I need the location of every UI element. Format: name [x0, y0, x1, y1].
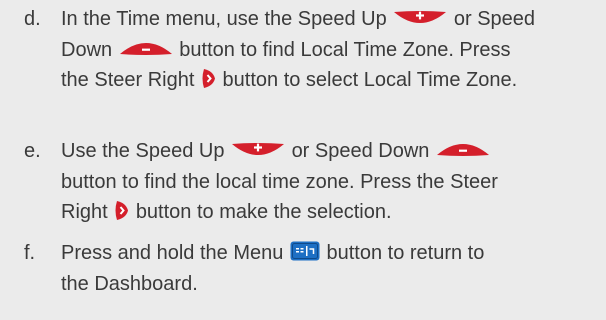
text-segment: Use the Speed Up [61, 140, 230, 162]
step-text: In the Time menu, use the Speed Up or Sp… [61, 4, 606, 96]
step-line: In the Time menu, use the Speed Up or Sp… [61, 4, 606, 35]
speed-down-button-icon [119, 42, 173, 55]
text-segment: button to select Local Time Zone. [222, 69, 518, 91]
step-letter: f. [24, 242, 36, 264]
text-segment: button to make the selection. [135, 201, 392, 223]
instruction-document: d. In the Time menu, use the Speed Up or… [0, 0, 606, 320]
step-text: Use the Speed Up or Speed Down button to… [61, 136, 606, 228]
step-letter: e. [24, 140, 41, 162]
steer-right-button-icon [114, 200, 129, 221]
steer-right-button-icon [201, 68, 216, 89]
step-line: the Steer Right button to select Local T… [61, 65, 606, 96]
speed-up-button-icon [231, 143, 285, 156]
text-segment: the Steer Right [61, 69, 200, 91]
text-segment: or Speed Down [291, 140, 435, 162]
text-segment: button to find the local time zone. Pres… [61, 170, 498, 193]
text-segment: Down [61, 38, 118, 61]
step-line: Use the Speed Up or Speed Down [61, 136, 606, 167]
text-segment: Right [61, 201, 114, 223]
text-segment: Press and hold the Menu [61, 242, 289, 264]
menu-button-icon [290, 241, 320, 261]
text-segment: or Speed [453, 8, 536, 30]
speed-down-button-icon [436, 143, 490, 157]
text-segment: the Dashboard. [61, 272, 198, 295]
text-segment: button to find Local Time Zone. Press [179, 38, 511, 61]
step-letter: d. [24, 8, 41, 30]
text-segment: button to return to [326, 242, 485, 264]
speed-up-button-icon [393, 11, 447, 24]
step-line: the Dashboard. [61, 269, 606, 300]
step-line: button to find the local time zone. Pres… [61, 167, 606, 198]
step-line: Press and hold the Menu button to return… [61, 238, 606, 269]
step-line: Down button to find Local Time Zone. Pre… [61, 35, 606, 66]
step-text: Press and hold the Menu button to return… [61, 238, 606, 299]
step-line: Right button to make the selection. [61, 197, 606, 228]
text-segment: In the Time menu, use the Speed Up [61, 8, 393, 30]
